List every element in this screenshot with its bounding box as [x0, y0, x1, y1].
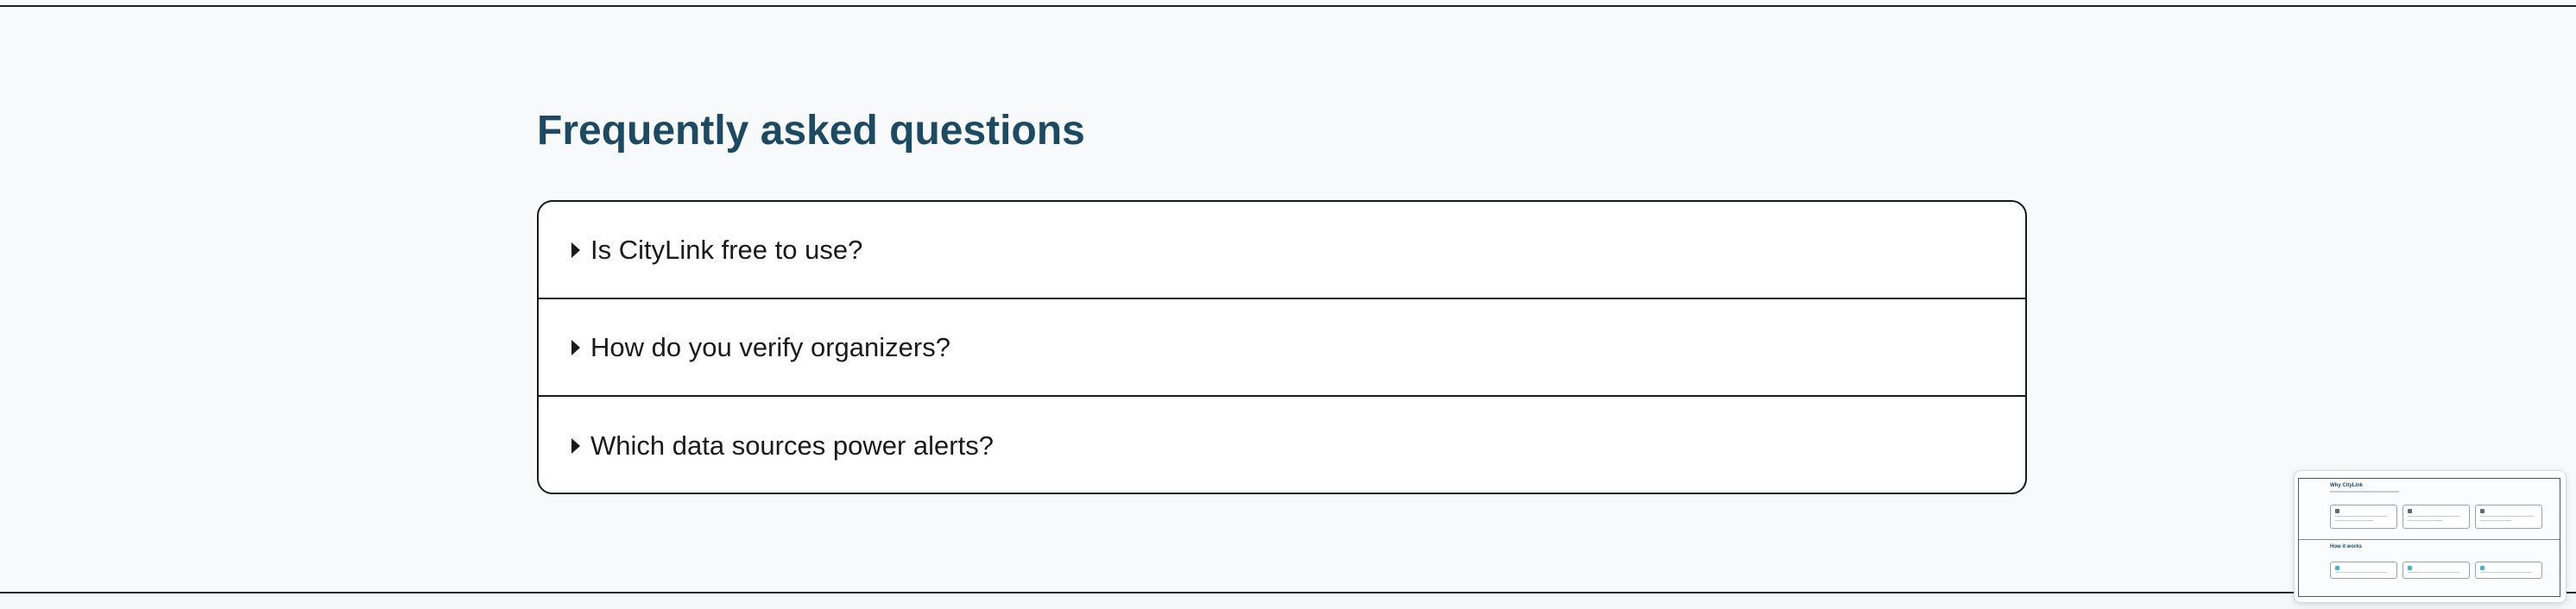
minimap-card-line: [2408, 516, 2459, 517]
minimap-card-icon: [2408, 566, 2412, 570]
minimap-card: [2330, 505, 2397, 529]
minimap-divider: [2299, 539, 2560, 540]
caret-right-icon: [571, 437, 580, 454]
minimap-section-title: How it works: [2330, 544, 2363, 549]
minimap-card-icon: [2335, 566, 2339, 570]
minimap-viewport: Why CityLink How it works: [2298, 478, 2560, 597]
minimap-card: [2475, 562, 2542, 579]
minimap-card-line: [2335, 572, 2387, 573]
minimap-card: [2402, 505, 2470, 529]
footer-band: [0, 593, 2576, 609]
caret-right-icon: [571, 242, 580, 258]
faq-question: Is CityLink free to use?: [590, 234, 863, 265]
minimap-card-icon: [2408, 509, 2412, 513]
minimap-card: [2330, 562, 2397, 579]
minimap-card-line: [2408, 572, 2459, 573]
minimap-card-line: [2480, 520, 2511, 521]
minimap-card-line: [2408, 520, 2442, 521]
faq-question: Which data sources power alerts?: [590, 430, 994, 461]
minimap-section-title: Why CityLink: [2330, 483, 2364, 488]
faq-list: Is CityLink free to use? How do you veri…: [537, 200, 2027, 494]
minimap-card-icon: [2335, 509, 2339, 513]
faq-heading: Frequently asked questions: [537, 108, 1085, 154]
faq-item-free[interactable]: Is CityLink free to use?: [539, 202, 2025, 299]
minimap-card: [2475, 505, 2542, 529]
page-minimap[interactable]: Why CityLink How it works: [2294, 470, 2567, 603]
caret-right-icon: [571, 339, 580, 355]
top-divider: [0, 5, 2576, 7]
faq-item-data-sources[interactable]: Which data sources power alerts?: [539, 397, 2025, 493]
minimap-card-icon: [2480, 566, 2484, 570]
minimap-card-line: [2335, 520, 2373, 521]
faq-question: How do you verify organizers?: [590, 331, 950, 362]
minimap-card-line: [2335, 516, 2387, 517]
minimap-card-icon: [2480, 509, 2484, 513]
minimap-card-line: [2480, 572, 2532, 573]
faq-item-verify[interactable]: How do you verify organizers?: [539, 299, 2025, 397]
minimap-subtitle: [2330, 491, 2399, 493]
minimap-card-line: [2480, 516, 2534, 517]
minimap-card: [2402, 562, 2470, 579]
